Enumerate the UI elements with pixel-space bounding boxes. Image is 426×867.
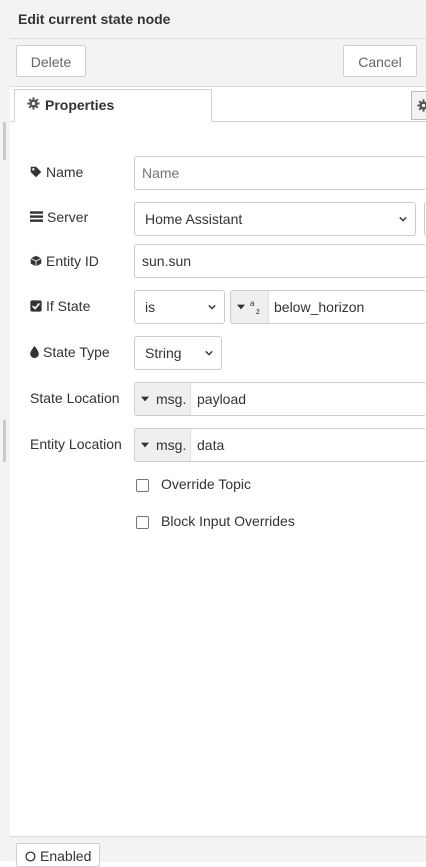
state-type-select[interactable]: String: [134, 336, 222, 370]
state-location-input[interactable]: msg. payload: [134, 382, 426, 416]
entity-id-input[interactable]: sun.sun: [134, 244, 426, 278]
server-select[interactable]: Home Assistant: [134, 202, 416, 236]
state-location-prefix: msg.: [156, 391, 187, 407]
tab-properties[interactable]: Properties: [14, 89, 212, 122]
tag-icon: [30, 166, 42, 178]
entity-id-label: Entity ID: [30, 253, 99, 269]
caret-down-icon: [237, 304, 245, 310]
server-icon: [30, 211, 43, 222]
string-type-icon: az: [250, 299, 260, 315]
name-label: Name: [30, 164, 83, 180]
if-state-value-input[interactable]: az below_horizon: [230, 290, 426, 324]
tint-icon: [30, 346, 39, 358]
caret-down-icon: [141, 396, 149, 402]
if-state-operator-select[interactable]: is: [134, 290, 225, 324]
block-input-overrides-checkbox[interactable]: [136, 516, 149, 529]
tray-toolbar: Delete Cancel: [10, 39, 426, 87]
tab-properties-label: Properties: [45, 97, 115, 113]
chevron-down-icon: [205, 350, 213, 356]
svg-text:z: z: [256, 307, 260, 315]
tray-header: Edit current state node: [10, 0, 426, 39]
entity-location-label: Entity Location: [30, 436, 122, 452]
name-input[interactable]: [134, 156, 426, 190]
if-state-value: below_horizon: [274, 299, 365, 315]
state-type-label: State Type: [30, 344, 110, 360]
entity-location-prefix: msg.: [156, 437, 187, 453]
entity-location-input[interactable]: msg. data: [134, 428, 426, 462]
state-type-label-text: State Type: [43, 344, 110, 360]
state-location-type-button[interactable]: msg.: [135, 383, 191, 415]
svg-text:a: a: [250, 299, 255, 308]
cube-icon: [30, 255, 42, 267]
chevron-down-icon: [208, 304, 216, 310]
node-settings-button[interactable]: [411, 91, 426, 120]
state-location-value: payload: [197, 391, 247, 407]
enabled-label: Enabled: [40, 848, 92, 864]
override-topic-label: Override Topic: [161, 476, 252, 492]
delete-button[interactable]: Delete: [16, 45, 86, 77]
tabs-bar: Properties: [10, 87, 426, 122]
enabled-toggle-button[interactable]: Enabled: [16, 843, 100, 867]
entity-id-value: sun.sun: [142, 253, 192, 269]
cog-icon: [27, 97, 40, 110]
state-type-value: String: [145, 345, 182, 361]
if-state-label-text: If State: [46, 298, 91, 314]
server-label-text: Server: [47, 209, 89, 225]
tray-title: Edit current state node: [18, 11, 171, 27]
name-label-text: Name: [46, 164, 84, 180]
state-location-label: State Location: [30, 390, 120, 406]
entity-location-type-button[interactable]: msg.: [135, 429, 191, 461]
override-topic-checkbox[interactable]: [136, 479, 149, 492]
server-value: Home Assistant: [145, 211, 243, 227]
server-label: Server: [30, 209, 88, 225]
if-state-label: If State: [30, 298, 90, 314]
entity-location-value: data: [197, 437, 225, 453]
scroll-marker: [3, 420, 6, 462]
circle-icon: [25, 851, 36, 862]
if-state-type-button[interactable]: az: [231, 291, 269, 323]
check-square-icon: [30, 300, 42, 312]
caret-down-icon: [141, 442, 149, 448]
block-input-overrides-label: Block Input Overrides: [161, 513, 295, 529]
scroll-marker: [3, 122, 6, 160]
if-state-operator-value: is: [145, 299, 156, 315]
edit-tray: Edit current state node Delete Cancel Pr…: [10, 0, 426, 867]
entity-id-label-text: Entity ID: [46, 253, 99, 269]
tray-footer: Enabled: [10, 836, 426, 867]
cog-icon: [417, 99, 426, 112]
cancel-button[interactable]: Cancel: [343, 45, 417, 77]
chevron-down-icon: [399, 216, 407, 222]
